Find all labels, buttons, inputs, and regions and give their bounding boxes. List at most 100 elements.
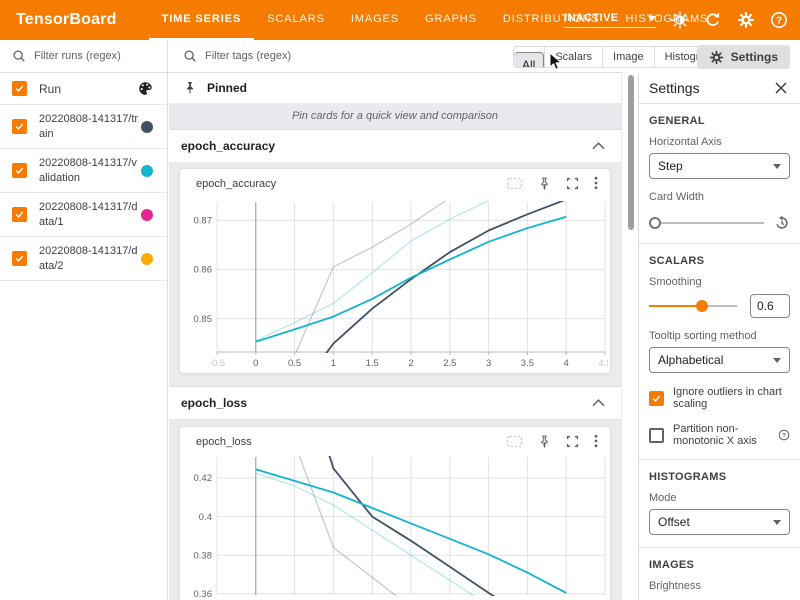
epoch-accuracy-chart[interactable]: -0.500.511.522.533.544.50.850.860.87: [188, 199, 608, 369]
runs-sidebar: Run 20220808-141317/train 20220808-14131…: [0, 40, 168, 600]
run-label: 20220808-141317/train: [39, 112, 141, 142]
svg-text:0.4: 0.4: [199, 512, 212, 523]
filter-all-button[interactable]: All: [514, 52, 544, 68]
run-checkbox[interactable]: [12, 119, 27, 134]
tab-time-series[interactable]: TIME SERIES: [149, 0, 255, 40]
select-all-runs-checkbox[interactable]: [12, 81, 27, 96]
help-icon[interactable]: ?: [770, 11, 788, 29]
run-label: 20220808-141317/validation: [39, 156, 141, 186]
svg-text:0.86: 0.86: [194, 265, 213, 276]
svg-text:3.5: 3.5: [521, 358, 534, 369]
epoch-loss-zone: epoch_loss: [169, 419, 621, 600]
gear-icon: [709, 50, 724, 65]
search-icon: [12, 49, 26, 63]
help-icon[interactable]: ?: [778, 429, 790, 441]
settings-button[interactable]: Settings: [697, 45, 790, 69]
run-checkbox[interactable]: [12, 163, 27, 178]
partition-x-axis-checkbox[interactable]: [649, 428, 664, 443]
tab-scalars[interactable]: SCALARS: [254, 0, 338, 40]
more-options-icon[interactable]: [594, 176, 598, 190]
smoothing-input[interactable]: [750, 294, 790, 318]
card-title: epoch_accuracy: [196, 178, 276, 190]
filter-image-button[interactable]: Image: [602, 47, 654, 67]
svg-text:0.38: 0.38: [194, 550, 213, 561]
section-header-epoch-loss[interactable]: epoch_loss: [169, 386, 621, 419]
partition-x-axis-row[interactable]: Partition non-monotonic X axis ?: [649, 423, 790, 447]
vertical-scrollbar[interactable]: [628, 75, 634, 230]
epoch-loss-chart[interactable]: 0.420.40.380.36: [188, 454, 608, 599]
fit-domain-icon[interactable]: [506, 177, 523, 190]
more-options-icon[interactable]: [594, 434, 598, 448]
slider-thumb[interactable]: [696, 300, 708, 312]
chevron-up-icon[interactable]: [592, 142, 605, 150]
tag-filter-input[interactable]: [205, 50, 375, 62]
main-area: All Scalars Image Histogram Settings: [169, 40, 800, 600]
tag-filter-row: [183, 40, 375, 72]
settings-panel-title: Settings: [649, 80, 700, 96]
run-label: 20220808-141317/data/2: [39, 244, 141, 274]
svg-text:0.87: 0.87: [194, 215, 213, 226]
run-color-dot[interactable]: [141, 165, 153, 177]
run-color-dot[interactable]: [141, 253, 153, 265]
run-color-dot[interactable]: [141, 121, 153, 133]
horizontal-axis-select[interactable]: Step: [649, 153, 790, 179]
tab-images[interactable]: IMAGES: [338, 0, 412, 40]
pin-icon[interactable]: [538, 177, 551, 190]
smoothing-label: Smoothing: [649, 276, 790, 288]
reload-status-dropdown[interactable]: INACTIVE: [564, 12, 656, 28]
run-checkbox[interactable]: [12, 251, 27, 266]
smoothing-slider[interactable]: [649, 305, 737, 307]
tooltip-sorting-label: Tooltip sorting method: [649, 330, 790, 342]
runs-column-label: Run: [39, 82, 138, 96]
reset-icon[interactable]: [774, 215, 790, 231]
slider-thumb[interactable]: [649, 217, 661, 229]
divider: [639, 243, 800, 244]
app-logo: TensorBoard: [16, 11, 117, 29]
epoch-loss-card: epoch_loss: [179, 426, 611, 600]
svg-text:4.5: 4.5: [598, 358, 608, 369]
run-row-train[interactable]: 20220808-141317/train: [0, 105, 167, 149]
tooltip-sorting-select[interactable]: Alphabetical: [649, 347, 790, 373]
settings-panel: Settings GENERAL Horizontal Axis Step Ca…: [638, 73, 800, 600]
refresh-icon[interactable]: [704, 11, 722, 29]
run-label: 20220808-141317/data/1: [39, 200, 141, 230]
fullscreen-icon[interactable]: [566, 177, 579, 190]
card-width-slider[interactable]: [649, 222, 764, 224]
gear-icon[interactable]: [737, 11, 755, 29]
run-row-data-1[interactable]: 20220808-141317/data/1: [0, 193, 167, 237]
runs-header-row: Run: [0, 73, 167, 105]
fullscreen-icon[interactable]: [566, 435, 579, 448]
run-filter-row: [0, 40, 167, 73]
run-filter-input[interactable]: [34, 50, 144, 62]
run-checkbox[interactable]: [12, 207, 27, 222]
brightness-label: Brightness: [649, 580, 790, 592]
images-heading: IMAGES: [649, 559, 790, 571]
close-icon[interactable]: [774, 81, 788, 95]
pin-icon: [183, 81, 197, 95]
card-width-label: Card Width: [649, 191, 790, 203]
svg-text:2.5: 2.5: [443, 358, 456, 369]
svg-text:4: 4: [564, 358, 569, 369]
run-color-dot[interactable]: [141, 209, 153, 221]
epoch-accuracy-zone: epoch_accuracy: [169, 162, 621, 386]
section-title: epoch_loss: [181, 396, 592, 410]
palette-icon[interactable]: [138, 81, 153, 96]
tag-toolbar: All Scalars Image Histogram Settings: [169, 40, 800, 73]
mode-label: Mode: [649, 492, 790, 504]
fit-domain-icon[interactable]: [506, 435, 523, 448]
pinned-title: Pinned: [207, 81, 247, 95]
run-row-data-2[interactable]: 20220808-141317/data/2: [0, 237, 167, 281]
section-header-epoch-accuracy[interactable]: epoch_accuracy: [169, 129, 621, 162]
histogram-mode-select[interactable]: Offset: [649, 509, 790, 535]
svg-text:2: 2: [408, 358, 413, 369]
brightness-toggle-icon[interactable]: [671, 11, 689, 29]
run-row-validation[interactable]: 20220808-141317/validation: [0, 149, 167, 193]
tab-graphs[interactable]: GRAPHS: [412, 0, 490, 40]
ignore-outliers-checkbox[interactable]: [649, 391, 664, 406]
pin-icon[interactable]: [538, 435, 551, 448]
filter-scalars-button[interactable]: Scalars: [544, 47, 602, 67]
ignore-outliers-row[interactable]: Ignore outliers in chart scaling: [649, 386, 790, 410]
svg-text:1.5: 1.5: [366, 358, 379, 369]
chevron-up-icon[interactable]: [592, 399, 605, 407]
svg-text:0.5: 0.5: [288, 358, 301, 369]
